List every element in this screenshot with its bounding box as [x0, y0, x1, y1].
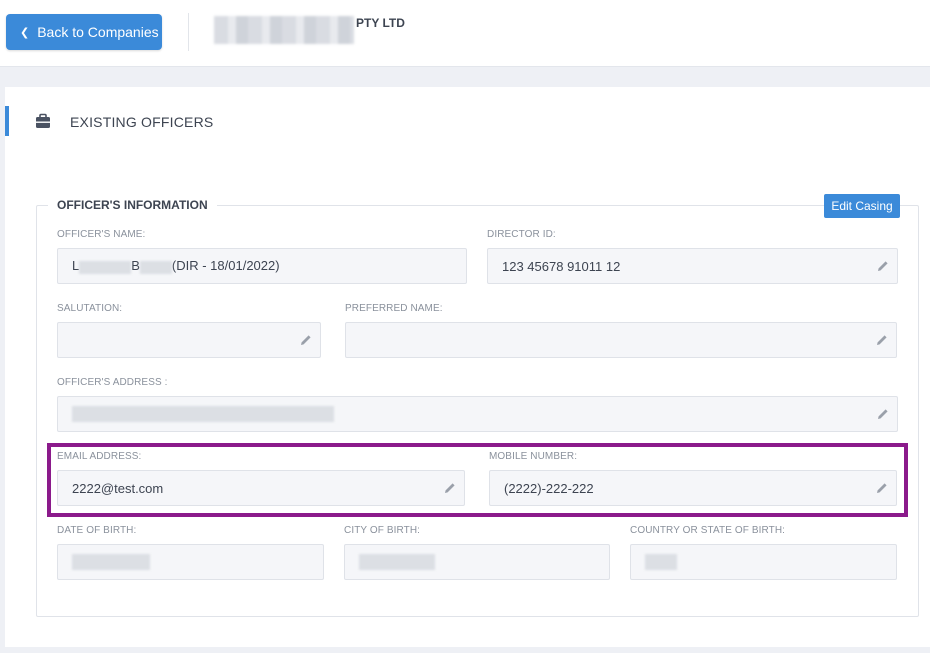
country-of-birth-redacted: [645, 554, 677, 570]
highlight-box: [47, 443, 908, 517]
salutation-label: SALUTATION:: [57, 303, 123, 314]
preferred-name-field[interactable]: [345, 322, 897, 358]
country-of-birth-label: COUNTRY OR STATE OF BIRTH:: [630, 525, 786, 536]
salutation-field[interactable]: [57, 322, 321, 358]
date-of-birth-redacted: [72, 554, 150, 570]
company-name: PTY LTD: [214, 16, 405, 44]
officer-name-label: OFFICER'S NAME:: [57, 229, 146, 240]
company-suffix: PTY LTD: [356, 16, 405, 30]
pencil-icon[interactable]: [877, 408, 889, 420]
section-accent: [5, 106, 9, 136]
pencil-icon[interactable]: [876, 334, 888, 346]
section-title: EXISTING OFFICERS: [70, 114, 214, 130]
officer-name-suffix: (DIR - 18/01/2022): [171, 258, 280, 274]
officer-name-prefix: L: [72, 258, 80, 274]
pencil-icon[interactable]: [300, 334, 312, 346]
country-of-birth-field[interactable]: [630, 544, 897, 580]
officer-name-redacted-2: [139, 260, 172, 274]
chevron-left-icon: ❮: [20, 26, 30, 39]
city-of-birth-label: CITY OF BIRTH:: [344, 525, 421, 536]
pencil-icon[interactable]: [877, 260, 889, 272]
officer-info-legend: OFFICER'S INFORMATION: [48, 198, 217, 212]
director-id-field[interactable]: 123 45678 91011 12: [487, 248, 898, 284]
officer-address-field[interactable]: [57, 396, 898, 432]
edit-casing-button[interactable]: Edit Casing: [824, 194, 900, 218]
officer-address-label: OFFICER'S ADDRESS :: [57, 377, 168, 388]
city-of-birth-redacted: [359, 554, 435, 570]
header-divider: [188, 13, 189, 51]
director-id-value: 123 45678 91011 12: [502, 258, 621, 274]
officer-name-field[interactable]: L B (DIR - 18/01/2022): [57, 248, 467, 284]
briefcase-icon: [36, 113, 50, 128]
date-of-birth-field[interactable]: [57, 544, 324, 580]
officer-name-redacted: [79, 260, 132, 274]
company-name-redacted: [214, 16, 354, 44]
city-of-birth-field[interactable]: [344, 544, 610, 580]
back-to-companies-button[interactable]: ❮ Back to Companies: [6, 14, 162, 50]
officer-name-mid: B: [131, 258, 140, 274]
top-bar: ❮ Back to Companies PTY LTD: [0, 0, 930, 67]
back-button-label: Back to Companies: [37, 24, 159, 40]
date-of-birth-label: DATE OF BIRTH:: [57, 525, 137, 536]
preferred-name-label: PREFERRED NAME:: [345, 303, 443, 314]
officer-address-redacted: [72, 406, 334, 422]
director-id-label: DIRECTOR ID:: [487, 229, 556, 240]
